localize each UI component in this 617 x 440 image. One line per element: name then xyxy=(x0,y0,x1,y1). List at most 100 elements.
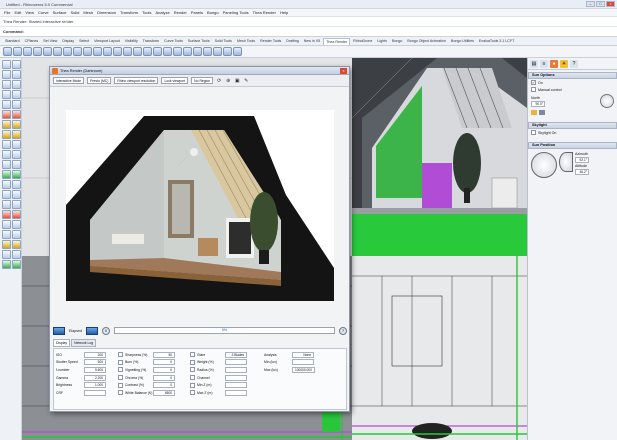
tab-standard[interactable]: Standard xyxy=(3,38,22,44)
rotate-icon[interactable] xyxy=(2,190,11,199)
help-circle-icon[interactable]: ? xyxy=(339,326,347,335)
menu-view[interactable]: View xyxy=(25,10,34,15)
move-icon[interactable] xyxy=(2,180,11,189)
circle-icon[interactable] xyxy=(12,80,21,89)
mesh-edit-icon[interactable] xyxy=(12,170,21,179)
viewport-front[interactable] xyxy=(352,256,527,440)
pick-icon[interactable]: ✎ xyxy=(243,78,249,84)
zoom-icon[interactable] xyxy=(103,47,112,56)
polyline-icon[interactable] xyxy=(12,70,21,79)
sun-position-dial[interactable] xyxy=(531,152,557,178)
properties-icon[interactable]: ▤ xyxy=(530,59,538,68)
copy-icon[interactable] xyxy=(53,47,62,56)
tab-solid-tools[interactable]: Solid Tools xyxy=(213,38,234,44)
array-icon[interactable] xyxy=(12,200,21,209)
undo-icon[interactable] xyxy=(73,47,82,56)
ungroup-icon[interactable] xyxy=(12,230,21,239)
folder-icon[interactable] xyxy=(531,110,537,115)
menu-panels[interactable]: Panels xyxy=(191,10,203,15)
properties-tool-icon[interactable] xyxy=(12,250,21,259)
boolean-difference-icon[interactable] xyxy=(12,160,21,169)
menu-paneling-tools[interactable]: Paneling Tools xyxy=(223,10,249,15)
open-icon[interactable] xyxy=(13,47,22,56)
options-icon[interactable] xyxy=(223,47,232,56)
tab-new-in-v5[interactable]: New in V5 xyxy=(302,38,322,44)
line-icon[interactable] xyxy=(2,70,11,79)
undo-view-icon[interactable] xyxy=(143,47,152,56)
target-icon[interactable]: ⊕ xyxy=(225,78,231,84)
select-icon[interactable] xyxy=(2,60,11,69)
shaded-icon[interactable] xyxy=(173,47,182,56)
print-icon[interactable] xyxy=(33,47,42,56)
menu-solid[interactable]: Solid xyxy=(70,10,79,15)
rendered-icon[interactable] xyxy=(183,47,192,56)
tab-drafting[interactable]: Drafting xyxy=(284,38,301,44)
render-canvas[interactable] xyxy=(66,110,334,301)
menu-render[interactable]: Render xyxy=(174,10,187,15)
group-icon[interactable] xyxy=(2,230,11,239)
environment-icon[interactable] xyxy=(12,260,21,269)
north-compass[interactable] xyxy=(600,94,614,108)
tab-display-settings[interactable]: Display xyxy=(53,339,71,347)
menu-thea-render[interactable]: Thea Render xyxy=(253,10,276,15)
split-icon[interactable] xyxy=(12,210,21,219)
render-window-titlebar[interactable]: Thea Render (Darkroom) × xyxy=(50,67,349,75)
start-render-button[interactable] xyxy=(53,326,65,335)
copy-object-icon[interactable] xyxy=(12,180,21,189)
polygon-icon[interactable] xyxy=(12,100,21,109)
menu-file[interactable]: File xyxy=(4,10,10,15)
menu-tools[interactable]: Tools xyxy=(142,10,151,15)
explode-icon[interactable] xyxy=(12,220,21,229)
sphere-icon[interactable] xyxy=(12,140,21,149)
tab-set-view[interactable]: Set View xyxy=(41,38,59,44)
tab-curve-tools[interactable]: Curve Tools xyxy=(162,38,185,44)
sun-icon[interactable]: ☀ xyxy=(560,59,568,68)
zoom-extents-icon[interactable] xyxy=(123,47,132,56)
skylight-on-checkbox[interactable] xyxy=(531,130,536,135)
mesh-icon[interactable] xyxy=(2,170,11,179)
paste-icon[interactable] xyxy=(63,47,72,56)
tab-lights[interactable]: Lights xyxy=(375,38,389,44)
sun-on-checkbox[interactable]: ✓ xyxy=(531,80,536,85)
help-icon[interactable] xyxy=(233,47,242,56)
viewport-lock-select[interactable]: Lock viewport xyxy=(161,77,189,84)
point-icon[interactable] xyxy=(12,60,21,69)
menu-bongo[interactable]: Bongo xyxy=(207,10,219,15)
extrude-icon[interactable] xyxy=(2,130,11,139)
trim-icon[interactable] xyxy=(2,210,11,219)
close-button[interactable]: × xyxy=(606,1,615,7)
four-views-icon[interactable] xyxy=(153,47,162,56)
tab-bongo-utilities[interactable]: Bongo Utilities xyxy=(449,38,476,44)
tab-display[interactable]: Display xyxy=(60,38,76,44)
manual-control-checkbox[interactable] xyxy=(531,87,536,92)
arc-icon[interactable] xyxy=(2,90,11,99)
skylight-header[interactable]: Skylight xyxy=(528,122,617,129)
ellipse-icon[interactable] xyxy=(12,90,21,99)
menu-mesh[interactable]: Mesh xyxy=(83,10,93,15)
scale-icon[interactable] xyxy=(12,190,21,199)
rectangle-icon[interactable] xyxy=(2,100,11,109)
menu-curve[interactable]: Curve xyxy=(38,10,49,15)
tab-visibility[interactable]: Visibility xyxy=(123,38,140,44)
save-icon[interactable] xyxy=(23,47,32,56)
sweep-icon[interactable] xyxy=(12,130,21,139)
altitude-value[interactable]: 46.2° xyxy=(575,169,589,175)
pause-icon[interactable]: ‖ xyxy=(102,326,110,335)
tab-transform[interactable]: Transform xyxy=(141,38,161,44)
cplane-icon[interactable] xyxy=(163,47,172,56)
viewport-perspective[interactable] xyxy=(352,58,527,256)
curve-icon[interactable] xyxy=(2,80,11,89)
menu-help[interactable]: Help xyxy=(280,10,288,15)
fillet-icon[interactable] xyxy=(2,110,11,119)
sun-position-header[interactable]: Sun Position xyxy=(528,142,617,149)
analyze-icon[interactable] xyxy=(2,250,11,259)
stop-render-button[interactable] xyxy=(86,326,98,335)
text-icon[interactable] xyxy=(12,240,21,249)
render-icon[interactable]: ● xyxy=(550,59,558,68)
menu-edit[interactable]: Edit xyxy=(14,10,21,15)
tab-viewport-layout[interactable]: Viewport Layout xyxy=(92,38,122,44)
offset-icon[interactable] xyxy=(12,110,21,119)
tab-bongo-object-animation[interactable]: Bongo Object Animation xyxy=(405,38,448,44)
settings-icon[interactable] xyxy=(539,110,545,115)
render-icon[interactable] xyxy=(193,47,202,56)
